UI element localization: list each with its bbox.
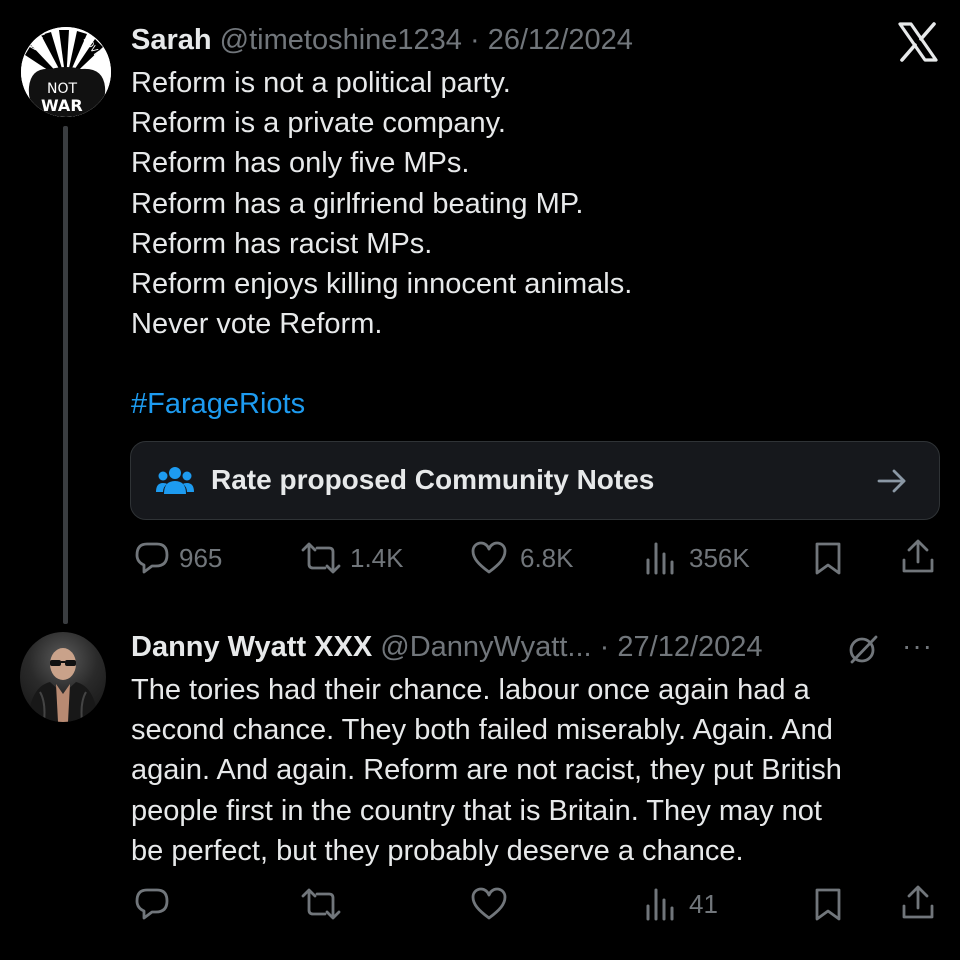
tweet-line: Never vote Reform. [131, 308, 383, 341]
reply-line: The tories had their chance. labour once… [131, 674, 810, 706]
thread-connector [63, 126, 68, 624]
reply-author-avatar[interactable] [20, 632, 106, 722]
bookmark-icon[interactable] [812, 540, 844, 576]
header-separator: · [599, 631, 610, 663]
reply-count: 965 [179, 543, 223, 573]
reply-line: be perfect, but they probably deserve a … [131, 834, 744, 867]
person-photo [28, 648, 98, 722]
tweet-text: Reform is not a political party. Reform … [131, 63, 931, 344]
tweet-line: Reform has a girlfriend beating MP. [131, 187, 584, 220]
tweet-date[interactable]: 26/12/2024 [488, 24, 633, 56]
grok-slash-icon[interactable] [846, 632, 880, 666]
views-bar-chart-icon[interactable] [645, 886, 679, 922]
reply-author-name[interactable]: Danny Wyatt XXX [131, 631, 372, 663]
views-count: 41 [689, 889, 718, 919]
arrow-right-icon [876, 467, 908, 500]
repost-count: 1.4K [350, 543, 404, 573]
author-name[interactable]: Sarah [131, 24, 212, 56]
like-heart-icon[interactable] [470, 886, 508, 922]
more-options-button[interactable]: ··· [902, 628, 933, 664]
tweet-line: Reform has only five MPs. [131, 147, 470, 180]
tweet-line: Reform has racist MPs. [131, 227, 433, 260]
reply-author-handle[interactable]: @DannyWyatt... [380, 631, 591, 663]
repost-arrows-icon[interactable] [299, 540, 343, 576]
views-count: 356K [689, 543, 750, 573]
reply-speech-bubble-icon[interactable] [134, 540, 170, 576]
reply-text: The tories had their chance. labour once… [131, 670, 931, 871]
author-handle[interactable]: @timetoshine1234 [220, 24, 462, 56]
people-icon [156, 465, 194, 500]
bookmark-icon[interactable] [812, 886, 844, 922]
close-x-logo-icon[interactable] [896, 20, 940, 64]
community-notes-label: Rate proposed Community Notes [211, 464, 655, 495]
header-separator: · [470, 24, 480, 56]
reply-speech-bubble-icon[interactable] [134, 886, 170, 922]
make-love-not-war-logo: MAKE LOVE NOT WAR [21, 27, 111, 117]
views-bar-chart-icon[interactable] [645, 540, 679, 576]
logo-word-not: NOT [47, 81, 77, 97]
share-upload-icon[interactable] [900, 884, 936, 922]
tweet-line: Reform is not a political party. [131, 67, 511, 99]
reply-line: second chance. They both failed miserabl… [131, 714, 833, 747]
reply-date[interactable]: 27/12/2024 [617, 631, 762, 663]
share-upload-icon[interactable] [900, 538, 936, 576]
tweet-header: Sarah @timetoshine1234 · 26/12/2024 [131, 22, 633, 58]
tweet-line: Reform is a private company. [131, 107, 506, 140]
like-count: 6.8K [520, 543, 574, 573]
logo-word-war: WAR [41, 96, 83, 115]
tweet-line: Reform enjoys killing innocent animals. [131, 268, 633, 301]
author-avatar[interactable]: MAKE LOVE NOT WAR [21, 27, 111, 117]
like-heart-icon[interactable] [470, 540, 508, 576]
reply-header: Danny Wyatt XXX @DannyWyatt... · 27/12/2… [131, 629, 763, 665]
reply-line: people first in the country that is Brit… [131, 794, 822, 827]
reply-line: again. And again. Reform are not racist,… [131, 754, 842, 787]
hashtag-link[interactable]: #FarageRiots [131, 388, 305, 420]
repost-arrows-icon[interactable] [299, 886, 343, 922]
